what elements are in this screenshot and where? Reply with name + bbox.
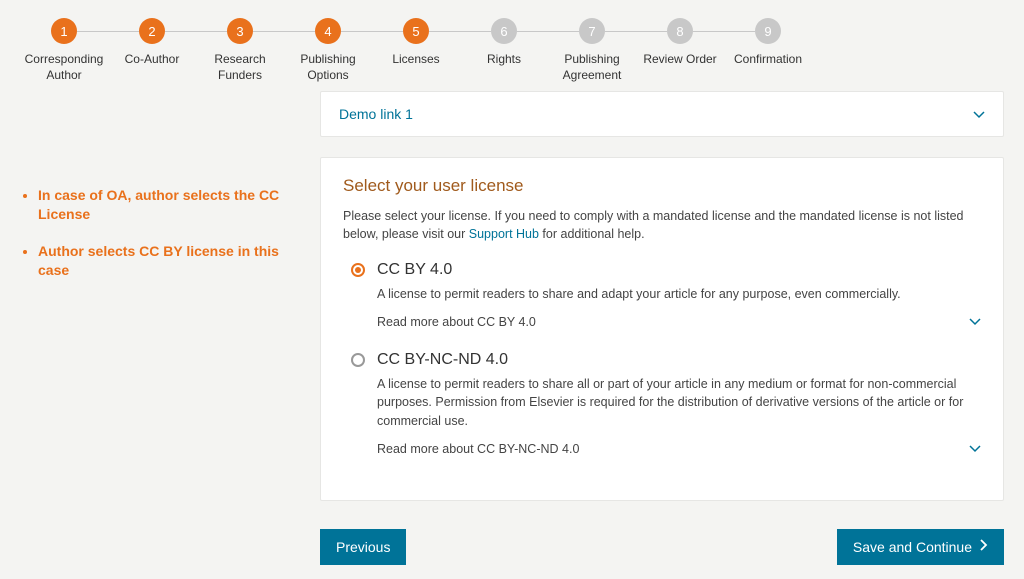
license-option-header[interactable]: CC BY-NC-ND 4.0 [351, 351, 981, 369]
license-option: CC BY 4.0 A license to permit readers to … [343, 261, 981, 329]
step-circle: 6 [491, 18, 517, 44]
step-circle: 2 [139, 18, 165, 44]
step-2[interactable]: 2 Co-Author [108, 18, 196, 68]
step-circle: 8 [667, 18, 693, 44]
previous-button[interactable]: Previous [320, 529, 406, 565]
support-hub-link[interactable]: Support Hub [469, 227, 539, 241]
step-label: Review Order [643, 52, 716, 68]
step-circle: 4 [315, 18, 341, 44]
action-row: Previous Save and Continue [320, 529, 1004, 579]
license-option: CC BY-NC-ND 4.0 A license to permit reade… [343, 351, 981, 455]
sidebar-notes: In case of OA, author selects the CC Lic… [20, 91, 300, 579]
step-label: Research Funders [196, 52, 284, 83]
radio-icon[interactable] [351, 353, 365, 367]
license-option-title: CC BY-NC-ND 4.0 [377, 351, 508, 369]
step-label: Publishing Options [284, 52, 372, 83]
step-circle: 3 [227, 18, 253, 44]
chevron-down-icon[interactable] [969, 442, 981, 456]
license-option-description: A license to permit readers to share and… [377, 285, 981, 303]
step-5[interactable]: 5 Licenses [372, 18, 460, 68]
chevron-down-icon [973, 106, 985, 122]
license-option-description: A license to permit readers to share all… [377, 375, 981, 429]
step-label: Co-Author [125, 52, 180, 68]
step-7[interactable]: 7 Publishing Agreement [548, 18, 636, 83]
step-label: Corresponding Author [20, 52, 108, 83]
license-heading: Select your user license [343, 176, 981, 196]
license-readmore-label[interactable]: Read more about CC BY-NC-ND 4.0 [377, 442, 579, 456]
save-continue-button[interactable]: Save and Continue [837, 529, 1004, 565]
license-readmore-label[interactable]: Read more about CC BY 4.0 [377, 315, 536, 329]
radio-icon[interactable] [351, 263, 365, 277]
step-label: Rights [487, 52, 521, 68]
license-option-header[interactable]: CC BY 4.0 [351, 261, 981, 279]
step-circle: 7 [579, 18, 605, 44]
step-3[interactable]: 3 Research Funders [196, 18, 284, 83]
step-4[interactable]: 4 Publishing Options [284, 18, 372, 83]
demo-link-panel[interactable]: Demo link 1 [320, 91, 1004, 137]
sidebar-bullet: In case of OA, author selects the CC Lic… [38, 186, 292, 224]
step-6[interactable]: 6 Rights [460, 18, 548, 68]
progress-stepper: 1 Corresponding Author 2 Co-Author 3 Research… [0, 0, 1024, 91]
step-circle: 1 [51, 18, 77, 44]
step-1[interactable]: 1 Corresponding Author [20, 18, 108, 83]
license-instruction: Please select your license. If you need … [343, 208, 981, 243]
step-9[interactable]: 9 Confirmation [724, 18, 812, 68]
license-option-title: CC BY 4.0 [377, 261, 452, 279]
license-panel: Select your user license Please select y… [320, 157, 1004, 501]
chevron-down-icon[interactable] [969, 315, 981, 329]
step-label: Publishing Agreement [548, 52, 636, 83]
step-circle: 9 [755, 18, 781, 44]
step-8[interactable]: 8 Review Order [636, 18, 724, 68]
chevron-right-icon [980, 539, 988, 554]
step-label: Licenses [392, 52, 439, 68]
step-label: Confirmation [734, 52, 802, 68]
demo-link-label: Demo link 1 [339, 106, 413, 122]
step-circle: 5 [403, 18, 429, 44]
sidebar-bullet: Author selects CC BY license in this cas… [38, 242, 292, 280]
